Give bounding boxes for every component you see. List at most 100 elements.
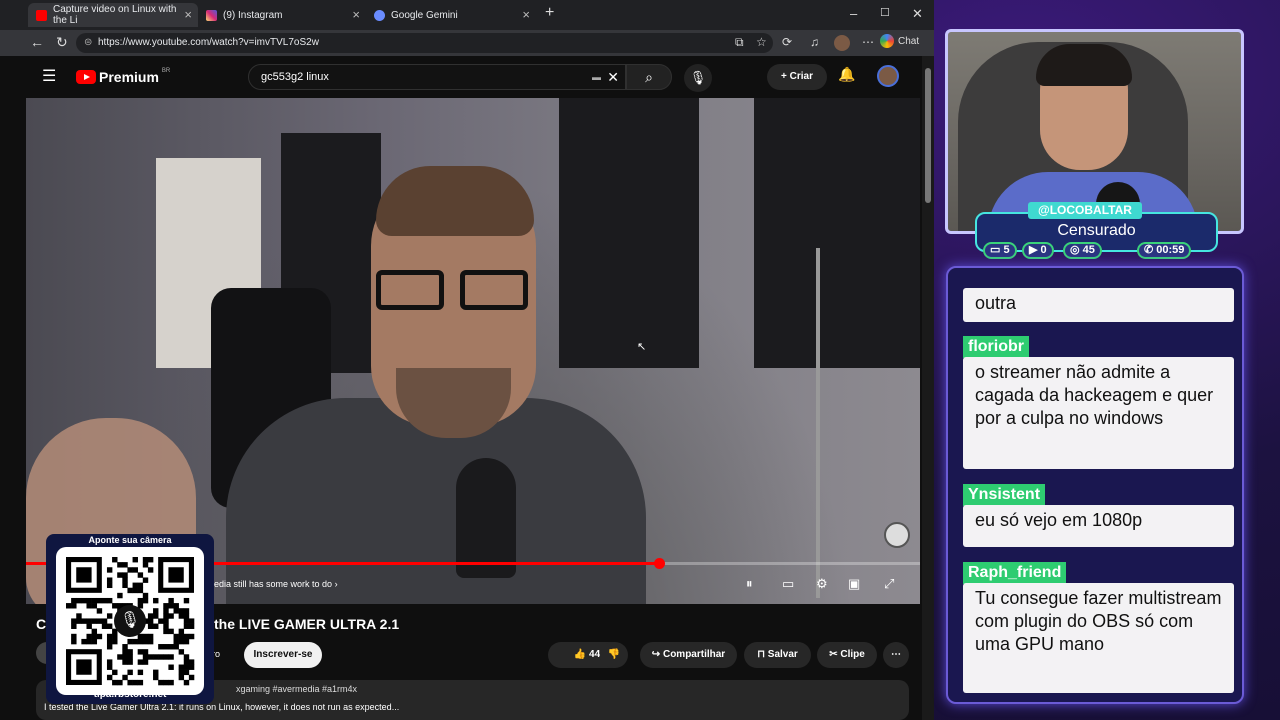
tab-bar: Capture video on Linux with the Li × (9)… — [0, 0, 934, 30]
microphone-icon: 🎙 — [689, 70, 707, 85]
video-player[interactable]: ↖ avermedia still has some work to do › … — [26, 98, 920, 604]
close-icon[interactable]: × — [352, 7, 360, 22]
tripod — [816, 248, 820, 598]
chat-message-text: outra — [963, 288, 1234, 322]
address-bar: ← ↻ ⊜ https://www.youtube.com/watch?v=im… — [0, 30, 934, 56]
create-label: Criar — [789, 71, 813, 82]
instagram-icon — [206, 9, 217, 21]
back-icon[interactable]: ← — [30, 34, 44, 50]
logo-region: BR — [161, 68, 171, 74]
tab-label: Google Gemini — [391, 9, 458, 21]
url-field[interactable]: ⊜ https://www.youtube.com/watch?v=imvTVL… — [76, 33, 773, 53]
chat-message-text: eu só vejo em 1080p — [963, 505, 1234, 547]
scrollbar-thumb[interactable] — [925, 68, 931, 203]
share-icon: ↪ — [651, 649, 661, 660]
description-tags[interactable]: xgaming #avermedia #a1rm4x — [236, 684, 357, 694]
scissors-icon: ✂ — [829, 649, 838, 660]
autoplay-toggle[interactable]: ⏸ — [746, 576, 753, 592]
youtube-logo[interactable]: Premium BR — [76, 68, 171, 85]
search-input[interactable]: gc553g2 linux ▬ ✕ — [248, 64, 626, 90]
thumbs-up-icon: 👍 — [573, 649, 587, 660]
url-text: https://www.youtube.com/watch?v=imvTVL7o… — [98, 37, 319, 48]
stream-time-badge: ✆ 00:59 — [1137, 242, 1192, 259]
title-text: the LIVE GAMER ULTRA 2.1 — [214, 616, 400, 632]
streamer-handle: @LOCOBALTAR — [1028, 202, 1142, 219]
qr-code: 🎙 — [56, 547, 204, 695]
subscribe-button[interactable]: Inscrever-se — [244, 642, 322, 668]
stream-status: Censurado — [1057, 222, 1136, 239]
subtitles-icon[interactable]: ▭ — [782, 576, 794, 592]
chat-username: Raph_friend — [963, 562, 1067, 584]
acoustic-panel — [559, 98, 699, 368]
tab-youtube[interactable]: Capture video on Linux with the Li × — [28, 3, 198, 27]
person-hair — [376, 166, 534, 236]
tab-instagram[interactable]: (9) Instagram × — [198, 3, 366, 27]
share-button[interactable]: ↪ Compartilhar — [640, 642, 737, 668]
chat-count: 5 — [1003, 244, 1010, 256]
minimize-icon[interactable]: – — [850, 6, 857, 21]
profile-icon[interactable] — [834, 35, 850, 51]
save-button[interactable]: ⊓ Salvar — [744, 642, 811, 668]
search-button[interactable]: ⌕ — [626, 64, 672, 90]
gemini-chat-icon — [880, 34, 894, 48]
gemini-icon — [374, 9, 385, 21]
more-actions-button[interactable]: ⋯ — [883, 642, 909, 668]
youtube-count-badge: ▶ 0 — [1022, 242, 1054, 259]
notifications-bell-icon[interactable]: 🔔 — [838, 66, 855, 83]
whatsapp-icon: ✆ — [1144, 244, 1154, 256]
dislike-button[interactable]: 👎 — [600, 642, 628, 668]
clear-search-icon[interactable]: ✕ — [607, 65, 619, 89]
player-controls: ⏸ ▭ ⚙ ▣ ⤢ — [746, 576, 906, 596]
page-scrollbar[interactable] — [922, 56, 934, 720]
search-query: gc553g2 linux — [261, 71, 329, 83]
install-icon[interactable]: ⧉ — [735, 35, 744, 50]
chat-bubble-icon: ▭ — [990, 244, 1001, 256]
mouse-cursor-icon: ↖ — [637, 341, 647, 353]
qr-url: tipa.rbstore.net — [93, 689, 167, 700]
clip-button[interactable]: ✂ Clipe — [817, 642, 877, 668]
theater-mode-icon[interactable]: ▣ — [848, 576, 860, 592]
scrubber-handle[interactable] — [653, 558, 665, 569]
bookmark-icon: ⊓ — [757, 649, 765, 660]
chat-button[interactable]: Chat — [880, 34, 919, 48]
window-close-icon[interactable]: ✕ — [912, 6, 923, 22]
qr-overlay: Aponte sua câmera 🎙 tipa.rbstore.net — [46, 534, 214, 704]
chat-message-text: o streamer não admite a cagada da hackea… — [963, 357, 1234, 469]
settings-gear-icon[interactable]: ⚙ — [816, 576, 828, 592]
tab-gemini[interactable]: Google Gemini × — [366, 3, 536, 27]
hamburger-menu-icon[interactable]: ☰ — [42, 66, 56, 86]
site-info-icon[interactable]: ⊜ — [84, 33, 92, 53]
voice-search-button[interactable]: 🎙 — [684, 64, 712, 92]
chat-message-text: Tu consegue fazer multistream com plugin… — [963, 583, 1234, 693]
account-avatar[interactable] — [877, 65, 899, 87]
close-icon[interactable]: × — [184, 7, 192, 22]
qr-caption: Aponte sua câmera — [88, 535, 172, 545]
like-count: 44 — [589, 649, 601, 660]
extension-icon[interactable]: ⟳ — [782, 35, 792, 49]
viewer-count: 45 — [1082, 244, 1095, 256]
reload-icon[interactable]: ↻ — [56, 34, 68, 51]
more-dots-icon: ⋯ — [891, 649, 901, 660]
bookmark-star-icon[interactable]: ☆ — [756, 35, 767, 49]
fullscreen-icon[interactable]: ⤢ — [884, 576, 894, 592]
chat-username: Ynsistent — [963, 484, 1046, 506]
chat-overlay: outra floriobr o streamer não admite a c… — [946, 266, 1244, 704]
maximize-icon[interactable]: ☐ — [880, 6, 890, 19]
stream-time: 00:59 — [1156, 244, 1185, 256]
viewer-count-badge: ◎ 45 — [1063, 242, 1102, 259]
channel-watermark[interactable] — [884, 522, 910, 548]
media-icon[interactable]: ♫ — [810, 35, 819, 49]
close-icon[interactable]: × — [522, 7, 530, 22]
create-button[interactable]: + Criar — [767, 64, 827, 90]
youtube-play-icon — [76, 70, 96, 84]
tab-label: (9) Instagram — [223, 9, 283, 21]
menu-dots-icon[interactable]: ⋯ — [862, 35, 874, 49]
new-tab-icon[interactable]: + — [545, 4, 554, 22]
tab-label: Capture video on Linux with the Li — [53, 4, 177, 26]
clip-label: Clipe — [840, 649, 865, 660]
keyboard-icon[interactable]: ▬ — [592, 65, 601, 89]
viewers-icon: ◎ — [1070, 244, 1080, 256]
chat-count-badge: ▭ 5 — [983, 242, 1017, 259]
streamer-hair — [1036, 44, 1132, 86]
chat-label: Chat — [898, 35, 920, 47]
